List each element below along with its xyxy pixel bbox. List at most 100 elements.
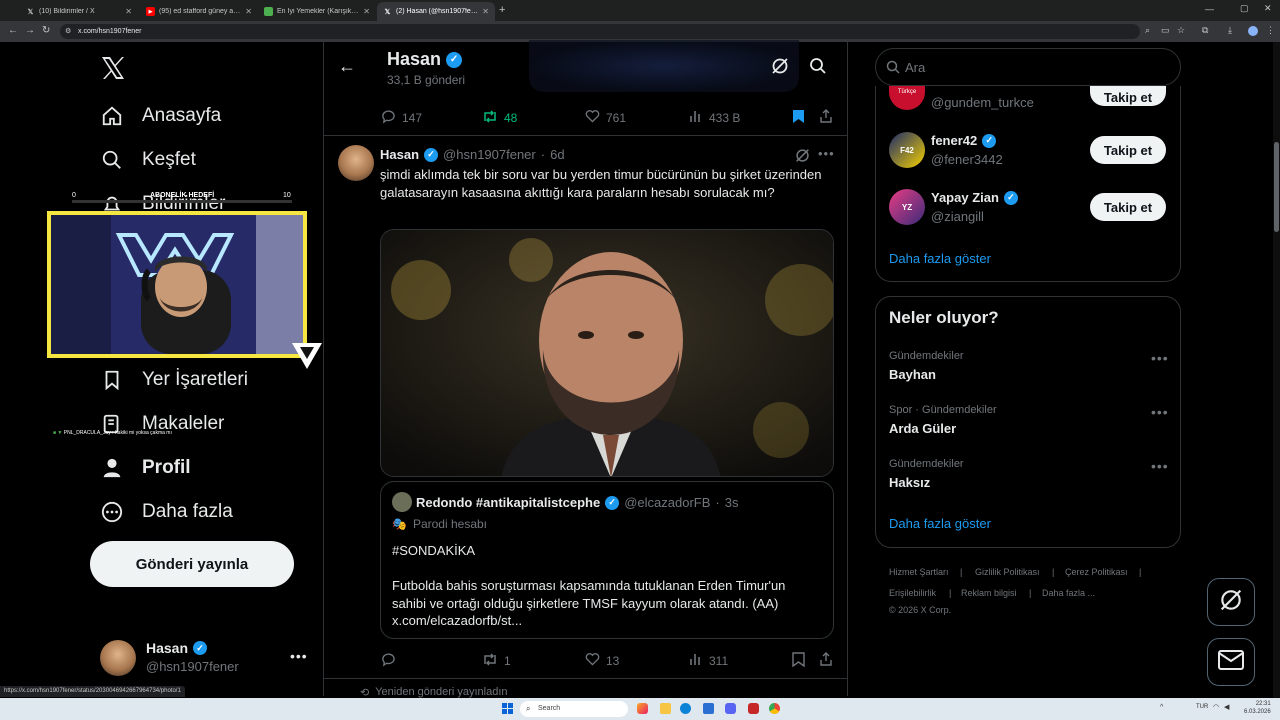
quote-time: 3s (724, 495, 739, 510)
file-explorer-icon[interactable] (660, 703, 671, 714)
follow-button[interactable]: Takip et (1090, 193, 1166, 221)
maximize-icon[interactable]: ▢ (1240, 3, 1249, 14)
reply-button[interactable]: 147 (381, 109, 422, 127)
store-icon[interactable] (703, 703, 714, 714)
quote-link[interactable]: x.com/elcazadorfb/st... (392, 613, 522, 628)
footer-link[interactable]: Erişilebilirlik (889, 588, 936, 598)
zoom-icon[interactable]: ⌕ (1145, 25, 1150, 36)
new-tab-icon[interactable]: + (499, 4, 505, 16)
profile-avatar-icon[interactable] (1248, 26, 1258, 36)
post-image[interactable] (380, 229, 834, 477)
repost-button[interactable]: 48 (482, 109, 517, 127)
show-more-link[interactable]: Daha fazla göster (889, 251, 991, 266)
footer-separator: | (949, 588, 952, 598)
post-header: Hasan ✓ @hsn1907fener · 6d (380, 147, 565, 162)
trend-more-icon[interactable]: ••• (1151, 458, 1169, 474)
repost-button[interactable]: 1 (482, 652, 511, 670)
post-more-icon[interactable]: ••• (818, 146, 835, 161)
footer-link[interactable]: Daha fazla ... (1042, 588, 1095, 598)
search-icon (886, 60, 900, 79)
minimize-icon[interactable]: — (1205, 4, 1214, 14)
avatar[interactable] (338, 145, 374, 181)
close-icon[interactable]: ✕ (125, 7, 132, 16)
x-logo-icon[interactable] (100, 55, 126, 81)
windows-start-icon[interactable] (502, 703, 513, 714)
views-button[interactable]: 311 (689, 652, 728, 669)
post-author[interactable]: Hasan (380, 147, 419, 162)
post-button[interactable]: Gönderi yayınla (90, 541, 294, 587)
back-arrow-icon[interactable]: ← (338, 56, 356, 77)
post-handle[interactable]: @hsn1907fener (443, 147, 536, 162)
footer-link[interactable]: Reklam bilgisi (961, 588, 1017, 598)
trend-more-icon[interactable]: ••• (1151, 404, 1169, 420)
tray-chevron-icon[interactable]: ^ (1160, 704, 1163, 711)
site-info-icon[interactable]: ⚙ (65, 27, 71, 35)
avatar[interactable]: YZ (889, 189, 925, 225)
footer-link[interactable]: Gizlilik Politikası (975, 567, 1040, 577)
clock[interactable]: 22:31 6.03.2026 (1244, 700, 1271, 716)
close-icon[interactable]: ✕ (245, 7, 252, 16)
show-more-link[interactable]: Daha fazla göster (889, 516, 991, 531)
page-scrollbar[interactable] (1273, 42, 1280, 698)
taskbar-search[interactable]: ⌕ Search (520, 701, 628, 717)
browser-tab-active[interactable]: 𝕏 (2) Hasan (@hsn1907fener) / X ✕ (377, 2, 495, 21)
avatar[interactable]: F42 (889, 132, 925, 168)
bookmark-icon[interactable] (792, 652, 805, 672)
grok-button[interactable] (1207, 578, 1255, 626)
sidebar-item-home[interactable]: Anasayfa (100, 101, 221, 131)
share-icon[interactable] (819, 651, 833, 671)
browser-tab[interactable]: 𝕏 (10) Bildirimler / X ✕ (20, 2, 138, 21)
cast-icon[interactable]: ▭ (1161, 25, 1170, 36)
grok-icon[interactable] (795, 148, 810, 163)
follow-button[interactable]: Takip et (1090, 86, 1166, 106)
share-icon[interactable] (819, 108, 833, 128)
reload-icon[interactable]: ↻ (42, 25, 50, 36)
browser-tab[interactable]: En İyi Yemekler (Karışık) - Tier List ✕ (258, 2, 376, 21)
taskbar-app-icon[interactable] (637, 703, 648, 714)
post-time[interactable]: 6d (550, 147, 564, 162)
close-window-icon[interactable]: ✕ (1264, 3, 1272, 14)
grok-icon[interactable] (771, 57, 789, 75)
follow-button[interactable]: Takip et (1090, 136, 1166, 164)
like-button[interactable]: 13 (585, 652, 619, 669)
taskbar-app-icon[interactable] (748, 703, 759, 714)
discord-icon[interactable] (725, 703, 736, 714)
account-name[interactable]: Yapay Zian ✓ (931, 190, 1018, 205)
volume-icon[interactable]: ◀ (1224, 703, 1229, 711)
scrollbar-thumb[interactable] (1274, 142, 1279, 232)
bookmark-filled-icon[interactable] (792, 109, 805, 129)
download-icon[interactable]: ⤓ (1228, 25, 1232, 36)
account-name[interactable]: fener42 ✓ (931, 133, 997, 148)
search-icon[interactable] (809, 57, 827, 75)
views-button[interactable]: 433 B (689, 109, 740, 126)
trend-more-icon[interactable]: ••• (1151, 350, 1169, 366)
avatar[interactable] (100, 640, 136, 676)
sidebar-item-bookmarks[interactable]: Yer İşaretleri (100, 365, 248, 395)
messages-button[interactable] (1207, 638, 1255, 686)
star-icon[interactable]: ☆ (1177, 25, 1185, 36)
menu-kebab-icon[interactable]: ⋮ (1266, 25, 1275, 36)
url-bar[interactable]: ⚙ x.com/hsn1907fener (60, 24, 1140, 39)
search-input[interactable]: Ara (875, 48, 1181, 86)
close-icon[interactable]: ✕ (482, 7, 489, 16)
back-arrow-icon[interactable]: ← (8, 25, 18, 36)
reply-button[interactable] (381, 652, 402, 670)
chrome-icon[interactable] (769, 703, 780, 714)
like-button[interactable]: 761 (585, 109, 626, 126)
language-indicator[interactable]: TUR (1196, 704, 1208, 710)
extensions-icon[interactable]: ⧉ (1202, 25, 1208, 36)
forward-arrow-icon[interactable]: → (25, 25, 35, 36)
wifi-icon[interactable]: ◠ (1213, 703, 1219, 711)
close-icon[interactable]: ✕ (363, 7, 370, 16)
footer-link[interactable]: Hizmet Şartları (889, 567, 949, 577)
footer-link[interactable]: Çerez Politikası (1065, 567, 1128, 577)
sidebar-item-explore[interactable]: Keşfet (100, 145, 196, 175)
trend-name: Haksız (889, 475, 931, 490)
account-name[interactable]: Hasan ✓ (146, 640, 208, 656)
browser-tab[interactable]: ▶ (95) ed stafford güney afrika - YouTub… (140, 2, 258, 21)
sidebar-item-more[interactable]: Daha fazla (100, 497, 233, 527)
footer-separator: | (960, 567, 963, 577)
sidebar-item-profile[interactable]: Profil (100, 453, 191, 483)
account-menu-icon[interactable]: ••• (290, 648, 308, 664)
edge-icon[interactable] (680, 703, 691, 714)
